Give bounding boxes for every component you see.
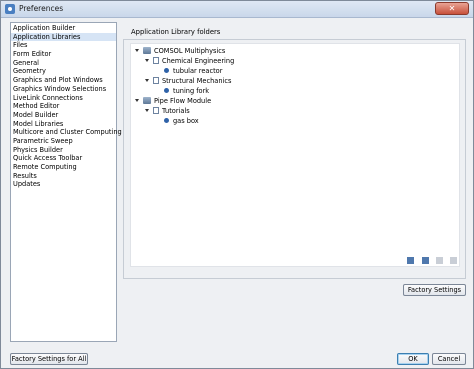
expand-toggle-icon[interactable] <box>135 99 139 102</box>
sidebar-item[interactable]: Geometry <box>11 67 116 76</box>
sidebar-item[interactable]: Application Builder <box>11 24 116 33</box>
sidebar-item[interactable]: Method Editor <box>11 102 116 111</box>
folder-doc-icon <box>153 77 159 84</box>
close-button[interactable]: ✕ <box>435 2 469 15</box>
add-library-icon[interactable] <box>407 257 415 264</box>
title-bar: Preferences ✕ <box>1 1 473 18</box>
sidebar-item[interactable]: Parametric Sweep <box>11 137 116 146</box>
tree-node[interactable]: tubular reactor <box>164 67 222 76</box>
add-folder-icon[interactable] <box>421 257 429 264</box>
tree-node[interactable]: gas box <box>164 117 199 126</box>
app-icon <box>5 4 15 14</box>
library-folder-tree[interactable]: COMSOL Multiphysics Chemical Engineering t… <box>130 43 460 267</box>
tree-node-label: tuning fork <box>173 87 210 95</box>
expand-toggle-icon[interactable] <box>135 49 139 52</box>
item-dot-icon <box>164 88 169 93</box>
expand-toggle-icon[interactable] <box>145 109 149 112</box>
preferences-window: Preferences ✕ Application Builder Applica… <box>0 0 474 369</box>
panel-title: Application Library folders <box>131 28 221 36</box>
sidebar-item[interactable]: Graphics Window Selections <box>11 85 116 94</box>
expand-toggle-icon[interactable] <box>145 59 149 62</box>
preferences-category-list[interactable]: Application Builder Application Libraries… <box>10 22 122 342</box>
window-title: Preferences <box>19 4 64 13</box>
ok-button[interactable]: OK <box>397 353 429 365</box>
item-dot-icon <box>164 118 169 123</box>
sidebar-item[interactable]: Model Builder <box>11 111 116 120</box>
folder-doc-icon <box>153 57 159 64</box>
cancel-button[interactable]: Cancel <box>432 353 466 365</box>
sidebar-item[interactable]: Files <box>11 41 116 50</box>
sidebar-item[interactable]: Results <box>11 172 116 181</box>
sidebar-item[interactable]: LiveLink Connections <box>11 94 116 103</box>
tree-node-label: tubular reactor <box>173 67 223 75</box>
module-icon <box>143 97 151 104</box>
tree-node[interactable]: COMSOL Multiphysics <box>135 47 225 56</box>
sidebar-item[interactable]: Physics Builder <box>11 146 116 155</box>
sidebar-item[interactable]: Remote Computing <box>11 163 116 172</box>
sidebar-item[interactable]: Updates <box>11 180 116 189</box>
tree-node[interactable]: Pipe Flow Module <box>135 97 211 106</box>
tree-node-label: gas box <box>173 117 199 125</box>
sidebar-item[interactable]: Quick Access Toolbar <box>11 154 116 163</box>
factory-settings-button[interactable]: Factory Settings <box>403 284 466 296</box>
sidebar-item[interactable]: Form Editor <box>11 50 116 59</box>
tree-node-label: Tutorials <box>162 107 190 115</box>
database-icon <box>143 47 151 54</box>
tree-node[interactable]: Structural Mechanics <box>145 77 231 86</box>
tree-node[interactable]: Tutorials <box>145 107 190 116</box>
item-dot-icon <box>164 68 169 73</box>
tree-node[interactable]: Chemical Engineering <box>145 57 234 66</box>
edit-icon[interactable] <box>450 257 457 264</box>
application-libraries-panel: COMSOL Multiphysics Chemical Engineering t… <box>123 39 466 279</box>
sidebar-item[interactable]: Multicore and Cluster Computing <box>11 128 122 137</box>
sidebar-item[interactable]: Model Libraries <box>11 120 116 129</box>
tree-node-label: COMSOL Multiphysics <box>154 47 226 55</box>
expand-toggle-icon[interactable] <box>145 79 149 82</box>
tree-node-label: Structural Mechanics <box>162 77 232 85</box>
factory-settings-for-all-button[interactable]: Factory Settings for All <box>10 353 88 365</box>
tree-node[interactable]: tuning fork <box>164 87 209 96</box>
sidebar-item[interactable]: Application Libraries <box>11 32 116 42</box>
remove-icon[interactable] <box>435 257 443 264</box>
sidebar-item[interactable]: General <box>11 59 116 68</box>
tree-toolbar <box>402 257 457 266</box>
sidebar-item[interactable]: Graphics and Plot Windows <box>11 76 116 85</box>
tree-node-label: Pipe Flow Module <box>154 97 212 105</box>
tree-node-label: Chemical Engineering <box>162 57 235 65</box>
folder-doc-icon <box>153 107 159 114</box>
